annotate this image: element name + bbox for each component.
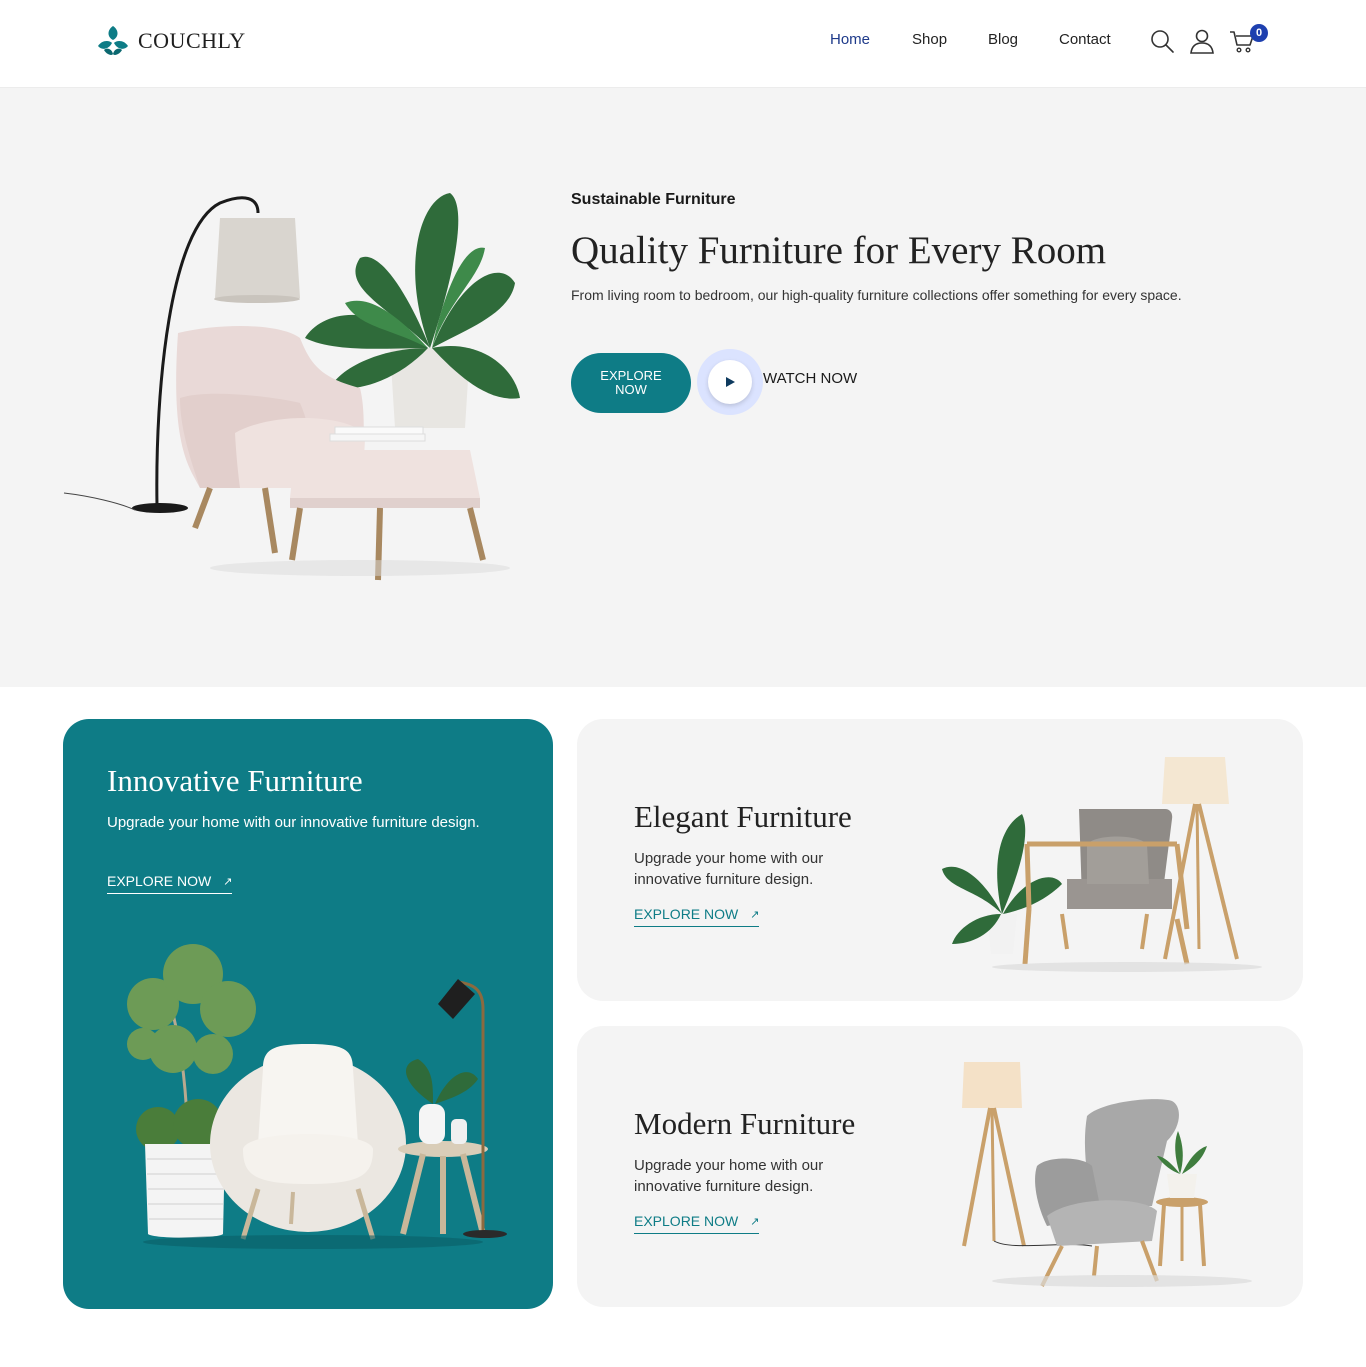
card-title: Modern Furniture [634, 1106, 856, 1141]
hero-section: Sustainable Furniture Quality Furniture … [0, 88, 1366, 687]
nav-shop[interactable]: Shop [912, 31, 988, 48]
card-innovative-furniture: Innovative Furniture Upgrade your home w… [63, 719, 553, 1309]
card-modern-furniture: Modern Furniture Upgrade your home with … [577, 1026, 1303, 1307]
card-description: Upgrade your home with our innovative fu… [634, 850, 824, 888]
main-nav: Home Shop Blog Contact [830, 31, 1139, 48]
brand-name: COUCHLY [138, 28, 246, 53]
armchair-lamp-plant-image [63, 193, 520, 581]
card-description: Upgrade your home with our innovative fu… [107, 814, 480, 831]
watch-now-play-button[interactable] [697, 349, 763, 415]
grey-armchair-plant-lamp-image [942, 757, 1262, 972]
nav-home[interactable]: Home [830, 31, 912, 48]
card-explore-label: EXPLORE NOW [634, 1213, 739, 1229]
user-icon[interactable] [1189, 28, 1215, 54]
play-button-inner [708, 360, 752, 404]
arrow-up-right-icon: ↗ [223, 875, 233, 888]
nav-blog[interactable]: Blog [988, 31, 1059, 48]
nav-contact[interactable]: Contact [1059, 31, 1139, 48]
search-icon[interactable] [1149, 28, 1175, 54]
hero-explore-button[interactable]: EXPLORE NOW [571, 353, 691, 413]
card-explore-label: EXPLORE NOW [634, 906, 739, 922]
card-explore-link[interactable]: EXPLORE NOW ↗ [634, 1213, 760, 1234]
arrow-up-right-icon: ↗ [750, 908, 760, 921]
card-description: Upgrade your home with our innovative fu… [634, 1157, 824, 1195]
hero-description: From living room to bedroom, our high-qu… [571, 287, 1182, 303]
brand-logo[interactable]: COUCHLY [96, 24, 246, 58]
card-title: Elegant Furniture [634, 799, 852, 834]
card-explore-label: EXPLORE NOW [107, 873, 212, 889]
arrow-up-right-icon: ↗ [750, 1215, 760, 1228]
hero-explore-label: EXPLORE NOW [600, 368, 662, 397]
card-elegant-furniture: Elegant Furniture Upgrade your home with… [577, 719, 1303, 1001]
cart-count-badge: 0 [1250, 24, 1268, 42]
card-explore-link[interactable]: EXPLORE NOW ↗ [634, 906, 760, 927]
hero-kicker: Sustainable Furniture [571, 191, 736, 208]
card-explore-link[interactable]: EXPLORE NOW ↗ [107, 873, 233, 894]
site-header: COUCHLY Home Shop Blog Contact 0 [0, 0, 1366, 88]
white-chair-tree-lamp-image [127, 944, 507, 1249]
card-title: Innovative Furniture [107, 763, 363, 798]
clover-logo-icon [98, 26, 128, 55]
hero-title: Quality Furniture for Every Room [571, 229, 1107, 272]
grey-wingback-chair-lamp-image [962, 1062, 1252, 1287]
play-icon [726, 377, 735, 387]
watch-now-label[interactable]: WATCH NOW [763, 370, 857, 387]
